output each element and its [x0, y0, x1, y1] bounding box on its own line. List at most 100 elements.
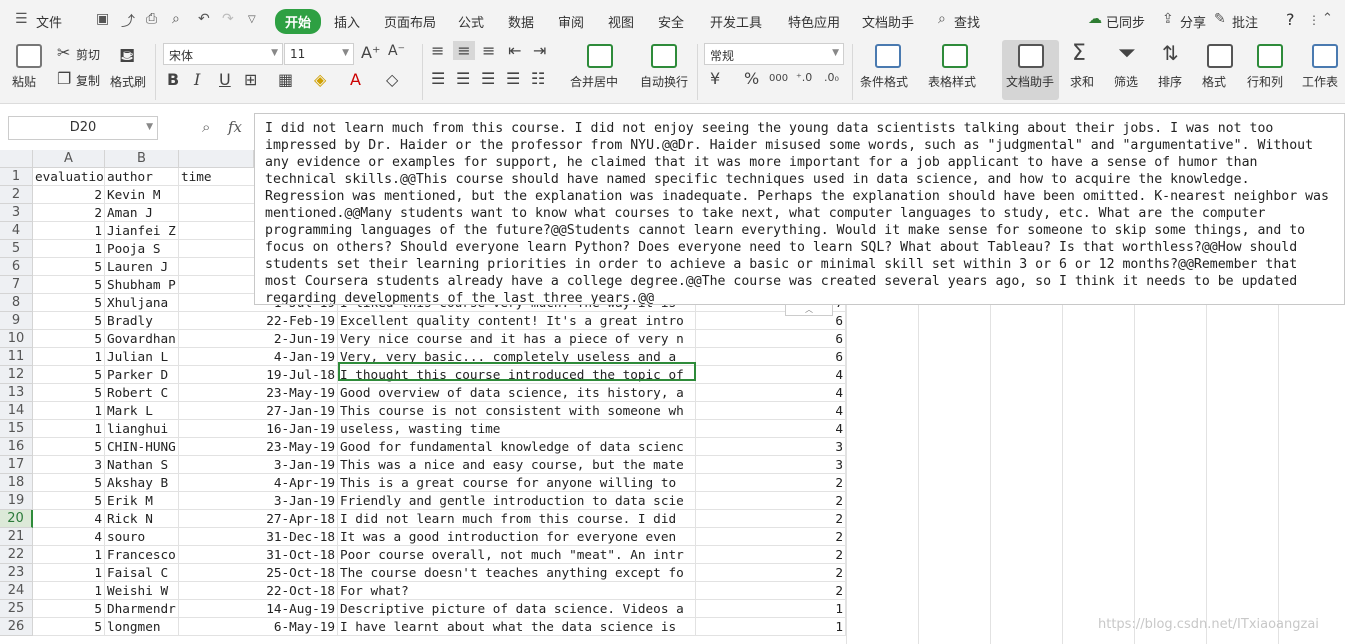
- bold-button[interactable]: B: [167, 70, 179, 89]
- row-header[interactable]: 13: [0, 384, 33, 402]
- cell-c[interactable]: 2-Jun-19: [179, 330, 338, 348]
- tab-formulas[interactable]: 公式: [458, 12, 484, 31]
- row-header[interactable]: 24: [0, 582, 33, 600]
- cell-d[interactable]: Poor course overall, not much "meat". An…: [338, 546, 696, 564]
- row-header[interactable]: 19: [0, 492, 33, 510]
- cell-b[interactable]: Pooja S: [105, 240, 179, 258]
- row-header[interactable]: 5: [0, 240, 33, 258]
- cell-a[interactable]: 5: [33, 294, 105, 312]
- cell-b[interactable]: Kevin M: [105, 186, 179, 204]
- cell-d[interactable]: Descriptive picture of data science. Vid…: [338, 600, 696, 618]
- hamburger-menu-icon[interactable]: ☰: [15, 11, 28, 27]
- cell-c[interactable]: 3-Jan-19: [179, 492, 338, 510]
- cell-b[interactable]: Bradly: [105, 312, 179, 330]
- align-bottom-icon[interactable]: ≡: [482, 41, 495, 60]
- cell-b[interactable]: Govardhan: [105, 330, 179, 348]
- cell-b[interactable]: Xhuljana: [105, 294, 179, 312]
- font-color-icon[interactable]: A: [350, 70, 361, 89]
- cell-c[interactable]: 4-Jan-19: [179, 348, 338, 366]
- cell-c[interactable]: 31-Oct-18: [179, 546, 338, 564]
- sort-button[interactable]: 排序: [1158, 73, 1182, 90]
- cell-c[interactable]: 25-Oct-18: [179, 564, 338, 582]
- cell-b[interactable]: author: [105, 168, 179, 186]
- cell-a[interactable]: 4: [33, 510, 105, 528]
- cell-a[interactable]: 1: [33, 348, 105, 366]
- undo-icon[interactable]: ↶: [198, 11, 210, 27]
- cell-a[interactable]: evaluation: [33, 168, 105, 186]
- sum-button[interactable]: 求和: [1070, 73, 1094, 90]
- row-header[interactable]: 8: [0, 294, 33, 312]
- cell-b[interactable]: Mark L: [105, 402, 179, 420]
- cell-d[interactable]: Friendly and gentle introduction to data…: [338, 492, 696, 510]
- row-header[interactable]: 4: [0, 222, 33, 240]
- cell-a[interactable]: 3: [33, 456, 105, 474]
- cell-e[interactable]: 2: [696, 528, 846, 546]
- cell-b[interactable]: Rick N: [105, 510, 179, 528]
- share-button[interactable]: 分享: [1180, 12, 1206, 31]
- row-header[interactable]: 7: [0, 276, 33, 294]
- row-header[interactable]: 16: [0, 438, 33, 456]
- cell-a[interactable]: 5: [33, 438, 105, 456]
- select-all-corner[interactable]: [0, 150, 33, 168]
- cell-e[interactable]: 6: [696, 348, 846, 366]
- format-button[interactable]: 格式: [1202, 73, 1226, 90]
- cell-d[interactable]: This was a nice and easy course, but the…: [338, 456, 696, 474]
- cell-b[interactable]: longmen: [105, 618, 179, 636]
- cell-c[interactable]: 27-Jan-19: [179, 402, 338, 420]
- cell-b[interactable]: Francesco: [105, 546, 179, 564]
- cell-a[interactable]: 1: [33, 546, 105, 564]
- rows-cols-button[interactable]: 行和列: [1247, 73, 1283, 90]
- help-button[interactable]: ?: [1286, 10, 1295, 29]
- cell-b[interactable]: Shubham P: [105, 276, 179, 294]
- cell-e[interactable]: 3: [696, 456, 846, 474]
- cell-e[interactable]: 6: [696, 330, 846, 348]
- cell-e[interactable]: 4: [696, 366, 846, 384]
- merge-center-button[interactable]: 合并居中: [570, 73, 618, 90]
- cell-c[interactable]: 16-Jan-19: [179, 420, 338, 438]
- cell-d[interactable]: This course is not consistent with someo…: [338, 402, 696, 420]
- cell-d[interactable]: I have learnt about what the data scienc…: [338, 618, 696, 636]
- print-icon[interactable]: ⎙: [146, 11, 157, 27]
- column-header-b[interactable]: B: [105, 150, 179, 168]
- tab-special-apps[interactable]: 特色应用: [788, 12, 840, 31]
- row-header[interactable]: 22: [0, 546, 33, 564]
- cell-e[interactable]: 2: [696, 546, 846, 564]
- redo-icon[interactable]: ↷: [222, 11, 234, 27]
- format-painter-button[interactable]: 格式刷: [110, 73, 146, 90]
- row-header[interactable]: 25: [0, 600, 33, 618]
- cut-button[interactable]: 剪切: [76, 46, 100, 63]
- tab-home[interactable]: 开始: [275, 9, 322, 34]
- column-header-c[interactable]: [179, 150, 254, 168]
- cell-a[interactable]: 5: [33, 258, 105, 276]
- search-icon[interactable]: ⌕: [938, 11, 946, 27]
- cell-b[interactable]: lianghui: [105, 420, 179, 438]
- name-box[interactable]: D20 ▼: [8, 116, 158, 140]
- underline-button[interactable]: U: [219, 70, 231, 89]
- tab-doc-assistant[interactable]: 文档助手: [862, 12, 914, 31]
- cell-a[interactable]: 1: [33, 564, 105, 582]
- cell-e[interactable]: 2: [696, 492, 846, 510]
- cell-e[interactable]: 2: [696, 582, 846, 600]
- cell-a[interactable]: 5: [33, 312, 105, 330]
- row-header[interactable]: 23: [0, 564, 33, 582]
- clear-format-icon[interactable]: ◇: [386, 70, 398, 89]
- cell-e[interactable]: 4: [696, 420, 846, 438]
- cell-e[interactable]: 2: [696, 474, 846, 492]
- row-header[interactable]: 9: [0, 312, 33, 330]
- cell-b[interactable]: Faisal C: [105, 564, 179, 582]
- cell-a[interactable]: 1: [33, 582, 105, 600]
- cell-a[interactable]: 5: [33, 618, 105, 636]
- cell-c[interactable]: 22-Oct-18: [179, 582, 338, 600]
- paste-button[interactable]: 粘贴: [12, 73, 36, 90]
- wrap-text-button[interactable]: 自动换行: [640, 73, 688, 90]
- cell-b[interactable]: Julian L: [105, 348, 179, 366]
- row-header[interactable]: 21: [0, 528, 33, 546]
- cell-a[interactable]: 5: [33, 330, 105, 348]
- row-header[interactable]: 12: [0, 366, 33, 384]
- cell-b[interactable]: Robert C: [105, 384, 179, 402]
- save-icon[interactable]: ▣: [96, 11, 109, 27]
- cell-c[interactable]: 6-May-19: [179, 618, 338, 636]
- cell-a[interactable]: 5: [33, 384, 105, 402]
- cell-d[interactable]: It was a good introduction for everyone …: [338, 528, 696, 546]
- cell-b[interactable]: Aman J: [105, 204, 179, 222]
